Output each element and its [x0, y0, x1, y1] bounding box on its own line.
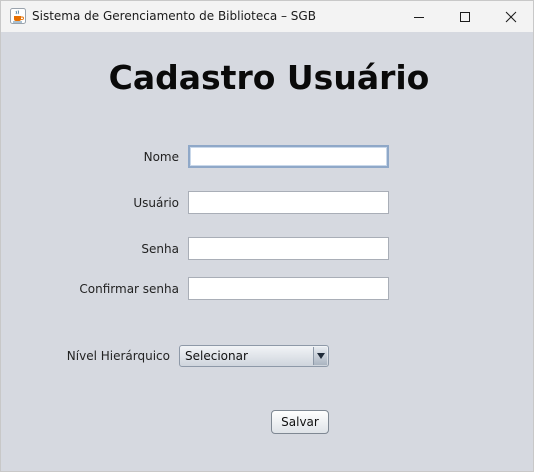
- close-icon: [505, 11, 517, 22]
- app-window: Sistema de Gerenciamento de Biblioteca –…: [0, 0, 534, 472]
- dropdown-arrow-button[interactable]: [313, 347, 327, 365]
- senha-input[interactable]: [188, 237, 389, 260]
- java-coffee-icon: [10, 8, 26, 24]
- nome-input[interactable]: [188, 145, 389, 168]
- usuario-input[interactable]: [188, 191, 389, 214]
- minimize-icon: [414, 16, 424, 18]
- maximize-icon: [460, 11, 470, 22]
- nivel-selected-value: Selecionar: [185, 349, 248, 363]
- confirmar-senha-label: Confirmar senha: [79, 282, 179, 296]
- nivel-hierarquico-select[interactable]: Selecionar: [179, 345, 329, 367]
- senha-label: Senha: [141, 242, 179, 256]
- confirmar-senha-input[interactable]: [188, 277, 389, 300]
- nivel-hierarquico-label: Nível Hierárquico: [66, 349, 170, 363]
- title-bar[interactable]: Sistema de Gerenciamento de Biblioteca –…: [1, 1, 533, 32]
- nome-label: Nome: [143, 150, 179, 164]
- chevron-down-icon: [316, 353, 325, 359]
- usuario-label: Usuário: [133, 196, 179, 210]
- page-title: Cadastro Usuário: [108, 58, 430, 97]
- minimize-button[interactable]: [396, 1, 442, 32]
- maximize-button[interactable]: [442, 1, 488, 32]
- save-button[interactable]: Salvar: [271, 410, 329, 434]
- window-title: Sistema de Gerenciamento de Biblioteca –…: [32, 9, 316, 23]
- form-panel: Cadastro Usuário Nome Usuário Senha Conf…: [1, 32, 533, 471]
- close-button[interactable]: [488, 1, 533, 32]
